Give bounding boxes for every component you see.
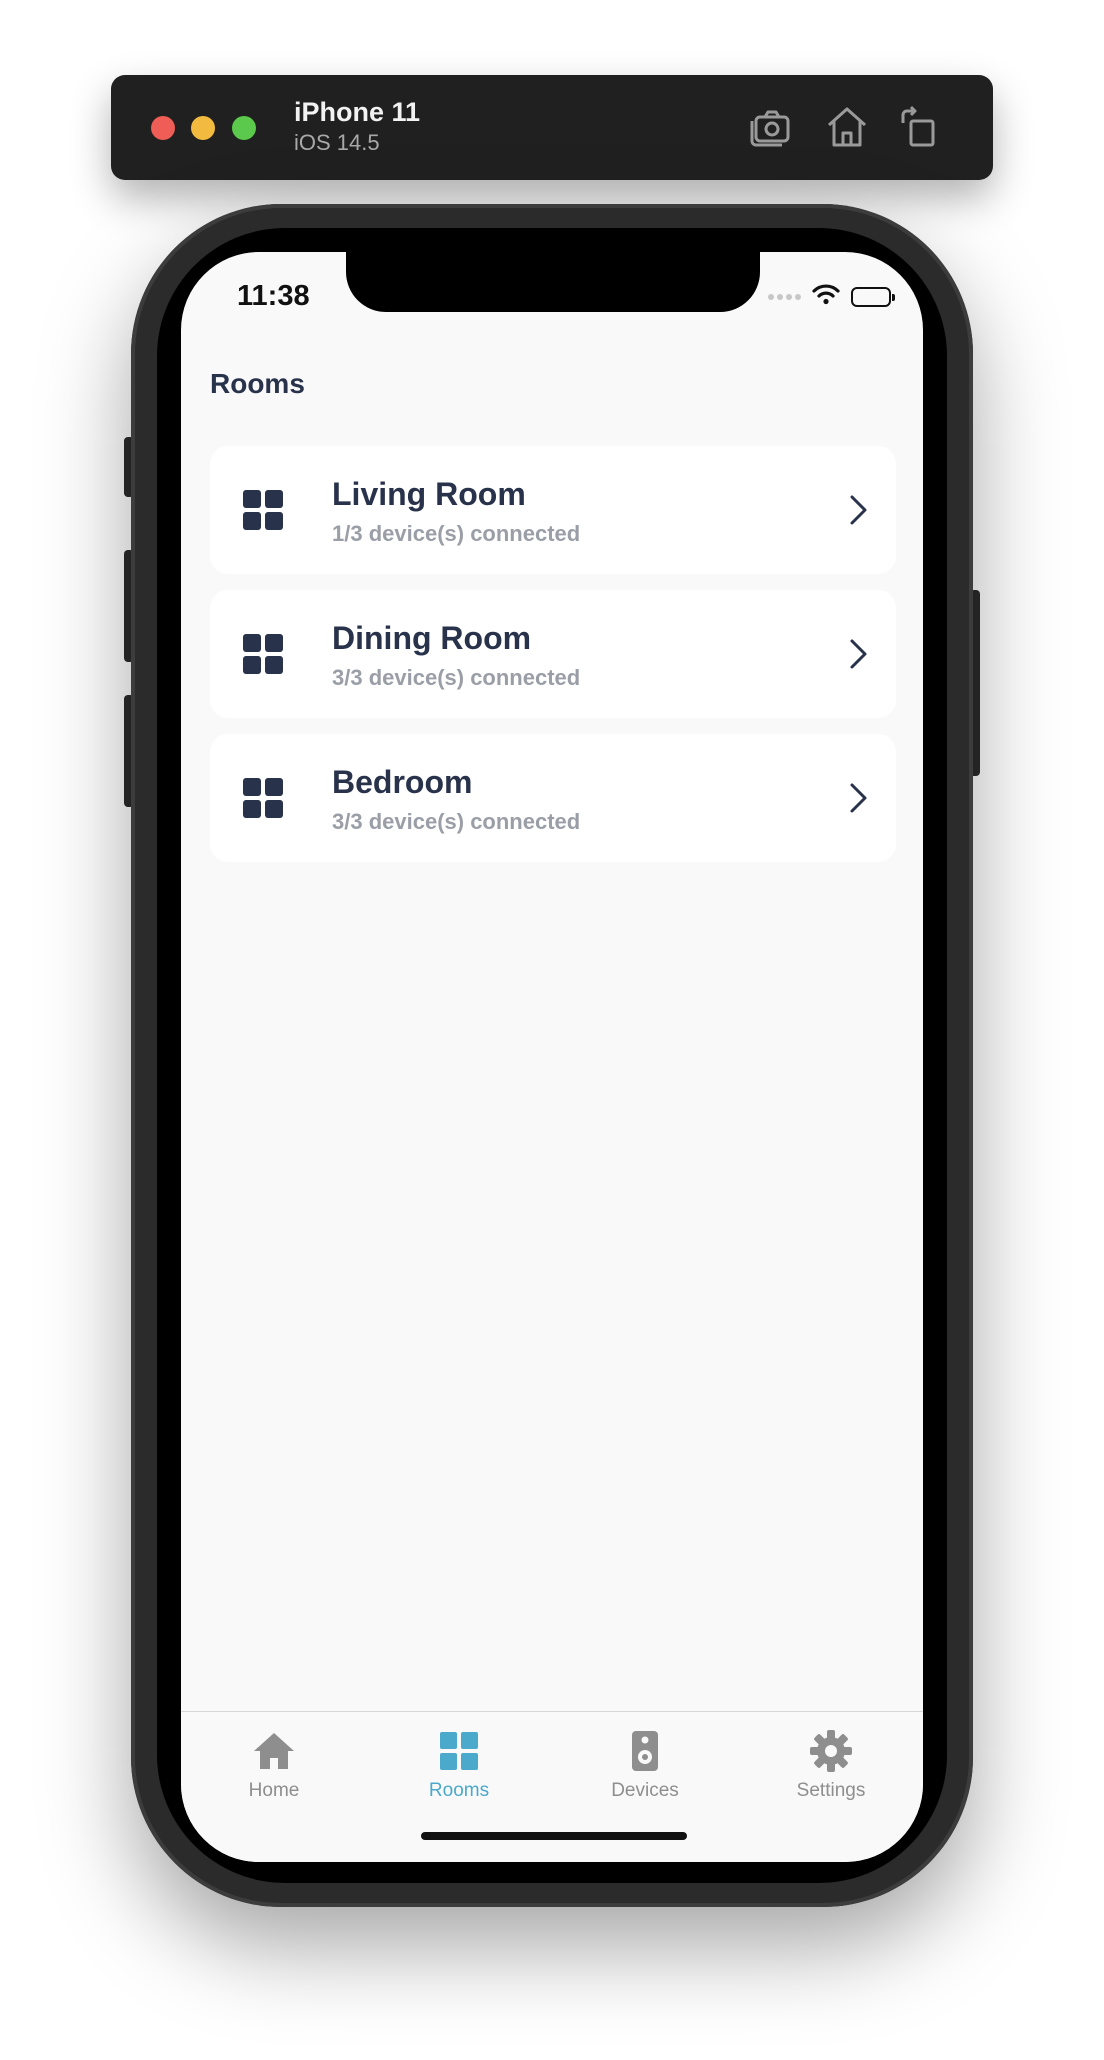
speaker-icon <box>585 1728 705 1774</box>
chevron-right-icon <box>848 494 868 526</box>
tab-label: Rooms <box>428 1780 490 1801</box>
chevron-right-icon <box>848 782 868 814</box>
grid-icon <box>243 778 283 818</box>
chevron-right-icon <box>848 638 868 670</box>
tab-label: Devices <box>611 1780 679 1801</box>
cellular-icon <box>768 293 801 300</box>
room-card-bedroom[interactable]: Bedroom 3/3 device(s) connected <box>210 734 896 862</box>
zoom-window-button[interactable] <box>232 116 256 140</box>
gear-icon <box>771 1728 891 1774</box>
close-window-button[interactable] <box>151 116 175 140</box>
battery-icon <box>851 286 895 307</box>
room-status: 3/3 device(s) connected <box>332 809 581 834</box>
room-card-living-room[interactable]: Living Room 1/3 device(s) connected <box>210 446 896 574</box>
tab-settings[interactable]: Settings <box>771 1728 891 1802</box>
phone-screen: 11:38 Rooms Living Room 1/3 device(s) co… <box>181 252 923 1862</box>
home-icon[interactable] <box>823 103 871 151</box>
os-version: iOS 14.5 <box>294 130 380 155</box>
wifi-icon <box>811 282 841 311</box>
grid-icon <box>243 634 283 674</box>
tab-bar: Home Rooms Devices Settings <box>181 1711 923 1862</box>
house-icon <box>214 1728 334 1774</box>
grid-icon <box>399 1728 519 1774</box>
device-name: iPhone 11 <box>294 97 421 127</box>
rotate-icon[interactable] <box>895 103 943 151</box>
status-time: 11:38 <box>237 280 310 312</box>
home-indicator[interactable] <box>421 1832 687 1840</box>
tab-label: Home <box>248 1780 300 1801</box>
room-status: 3/3 device(s) connected <box>332 665 581 690</box>
room-card-dining-room[interactable]: Dining Room 3/3 device(s) connected <box>210 590 896 718</box>
room-name: Dining Room <box>332 620 532 656</box>
tab-devices[interactable]: Devices <box>585 1728 705 1802</box>
tab-label: Settings <box>796 1780 866 1801</box>
simulator-title-bar: iPhone 11 iOS 14.5 <box>111 75 993 180</box>
room-name: Bedroom <box>332 764 473 800</box>
room-name: Living Room <box>332 476 526 512</box>
tab-rooms[interactable]: Rooms <box>399 1728 519 1802</box>
room-status: 1/3 device(s) connected <box>332 521 581 546</box>
minimize-window-button[interactable] <box>191 116 215 140</box>
notch <box>346 252 760 312</box>
tab-home[interactable]: Home <box>214 1728 334 1802</box>
grid-icon <box>243 490 283 530</box>
room-list: Living Room 1/3 device(s) connected Dini… <box>210 446 896 878</box>
page-title: Rooms <box>210 368 305 399</box>
screenshot-icon[interactable] <box>746 103 794 151</box>
status-icons <box>768 282 895 311</box>
